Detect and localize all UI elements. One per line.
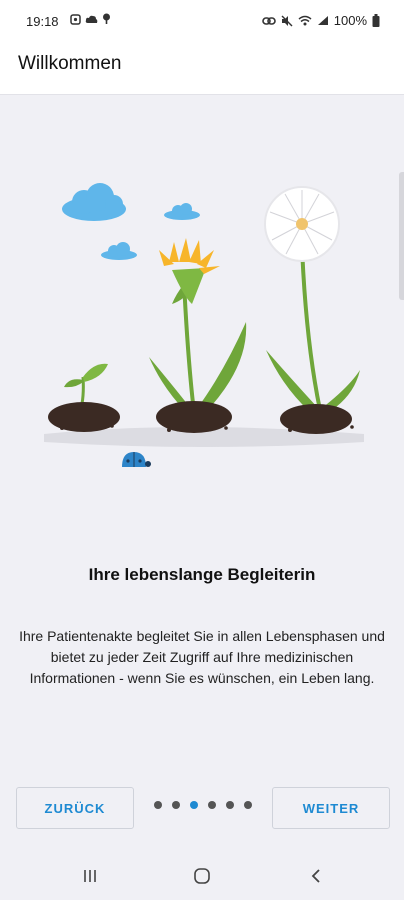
home-icon[interactable] [188, 862, 216, 890]
page-title: Willkommen [18, 53, 122, 74]
battery-percent: 100% [333, 13, 367, 28]
scroll-indicator[interactable] [399, 172, 404, 300]
link-icon [261, 16, 276, 25]
ladybug-illustration [122, 452, 151, 467]
status-time: 19:18 [26, 14, 59, 29]
onboarding-headline: Ihre lebenslange Begleiterin [88, 565, 316, 584]
dandelion-flower [149, 238, 247, 433]
page-dot [208, 801, 216, 809]
next-button[interactable]: WEITER [272, 787, 390, 829]
battery-icon [372, 14, 380, 27]
location-icon [103, 13, 110, 24]
page-dot [226, 801, 234, 809]
page-dot [244, 801, 252, 809]
sprout [48, 363, 120, 432]
system-navigation-bar [0, 850, 404, 900]
growth-illustration [44, 183, 364, 467]
cloud-small-1 [164, 203, 200, 220]
back-icon[interactable] [302, 862, 330, 890]
cloud-small-2 [101, 242, 137, 260]
page-indicator [154, 801, 252, 809]
page-dot-active [190, 801, 198, 809]
page-dot [154, 801, 162, 809]
mute-icon [281, 15, 293, 26]
onboarding-description: Ihre Patientenakte begleitet Sie in alle… [19, 628, 385, 686]
status-right: 100% [261, 13, 380, 28]
recent-apps-icon[interactable] [76, 862, 104, 890]
status-left-icons [70, 13, 111, 25]
wifi-icon [298, 15, 312, 26]
cloud-icon [85, 15, 98, 23]
dandelion-seedhead [264, 186, 360, 434]
page-dot [172, 801, 180, 809]
app-bar: Willkommen [0, 44, 404, 95]
status-bar: 19:18 100% [0, 0, 404, 44]
cloud-large [62, 183, 126, 221]
signal-icon [317, 16, 328, 25]
photo-icon [70, 13, 81, 25]
back-button[interactable]: ZURÜCK [16, 787, 134, 829]
